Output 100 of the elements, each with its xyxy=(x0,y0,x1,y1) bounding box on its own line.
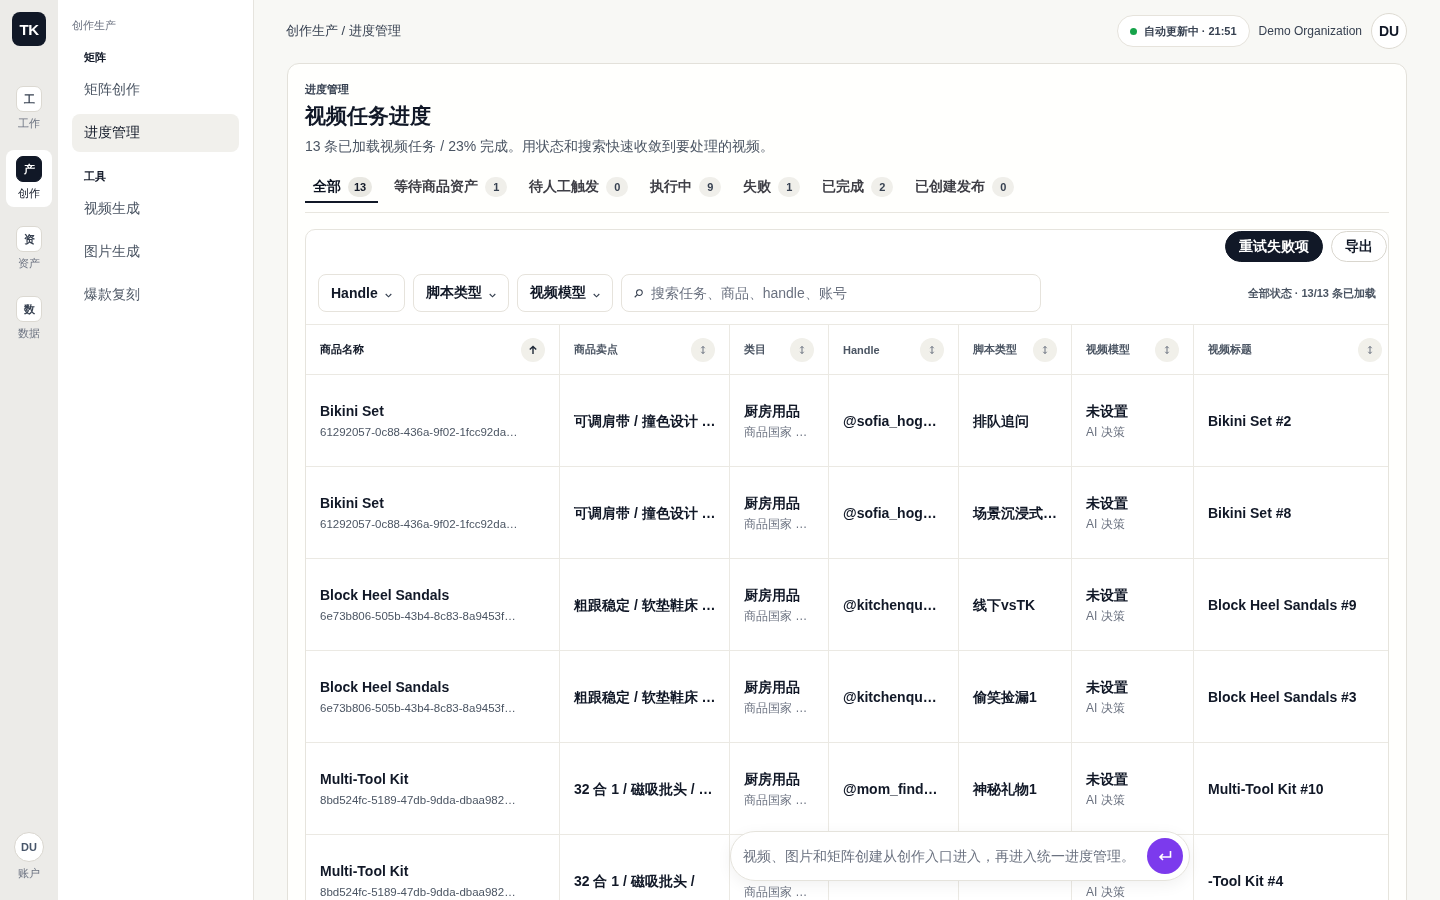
sidebar-group-title: 工具 xyxy=(83,169,107,183)
search-input[interactable]: 搜索任务、商品、handle、账号 xyxy=(650,285,1028,301)
column-header: 商品名称 xyxy=(320,342,364,357)
rail-item-glyph: 工 xyxy=(16,86,42,112)
sidebar-item[interactable]: 进度管理 xyxy=(72,114,239,152)
rail-nav-item[interactable]: 工 工作 xyxy=(6,80,52,137)
sort-icon[interactable] xyxy=(1358,337,1382,362)
secondary-button[interactable]: 导出 xyxy=(1331,231,1387,262)
search-icon xyxy=(633,288,643,298)
sidebar-group-title: 矩阵 xyxy=(83,50,107,64)
tab-count: 0 xyxy=(606,176,629,197)
selling-point: 可调肩带 / 撞色设计 … xyxy=(574,411,716,430)
script-type: 线下vsTK xyxy=(973,595,1036,614)
product-name: Bikini Set xyxy=(320,401,384,420)
category: 厨房用品 xyxy=(744,493,800,512)
filter-dropdown[interactable]: 脚本类型 xyxy=(412,274,509,312)
status-tab[interactable]: 已完成 2 xyxy=(814,172,900,203)
video-title: Multi-Tool Kit #10 xyxy=(1208,779,1324,798)
status-tab[interactable]: 全部 13 xyxy=(305,172,379,203)
rail-nav-item[interactable]: 产 创作 xyxy=(6,150,52,207)
sort-icon[interactable] xyxy=(691,337,715,362)
product-name: Bikini Set xyxy=(320,493,384,512)
task-id: 61292057-0c88-436a-9f02-1fcc92da… xyxy=(320,516,518,532)
chevron-down-icon xyxy=(592,292,600,298)
product-name: Multi-Tool Kit xyxy=(320,769,409,788)
status-tab[interactable]: 执行中 9 xyxy=(642,172,728,203)
task-id: 6e73b806-505b-43b4-8c83-8a9453f… xyxy=(320,700,516,716)
category-note: 商品国家 … xyxy=(744,423,808,440)
account-avatar[interactable]: DU xyxy=(14,832,44,862)
page-title: 视频任务进度 xyxy=(305,103,432,129)
column-header: 视频标题 xyxy=(1208,342,1252,357)
user-avatar[interactable]: DU xyxy=(1371,13,1407,49)
video-title: Bikini Set #8 xyxy=(1208,503,1292,522)
script-type: 偷笑捡漏1 xyxy=(973,687,1037,706)
update-status-text: 自动更新中 · 21:51 xyxy=(1143,23,1237,39)
prompt-field[interactable]: 视频、图片和矩阵创建从创作入口进入，再进入统一进度管理。 xyxy=(730,831,1190,881)
product-name: Multi-Tool Kit xyxy=(320,861,409,880)
column-header: 商品卖点 xyxy=(574,342,618,357)
category-note: 商品国家 … xyxy=(744,791,808,808)
sidebar-item[interactable]: 矩阵创作 xyxy=(72,71,239,109)
sidebar-item[interactable]: 视频生成 xyxy=(72,190,239,228)
filter-dropdown[interactable]: Handle xyxy=(318,274,405,312)
category: 厨房用品 xyxy=(744,401,800,420)
sidebar-section-label: 创作生产 xyxy=(72,18,117,32)
video-model: 未设置 xyxy=(1086,585,1128,604)
sidebar-item[interactable]: 爆款复刻 xyxy=(72,276,239,314)
rail-nav-item[interactable]: 数 数据 xyxy=(6,290,52,347)
status-tab[interactable]: 等待商品资产 1 xyxy=(386,172,514,203)
rail-nav-item[interactable]: 资 资产 xyxy=(6,220,52,277)
model-note: AI 决策 xyxy=(1086,791,1125,808)
selling-point: 32 合 1 / 磁吸批头 / … xyxy=(574,779,713,798)
video-title: Block Heel Sandals #9 xyxy=(1208,595,1357,614)
send-button[interactable] xyxy=(1147,838,1183,874)
column-header: 视频模型 xyxy=(1086,342,1130,357)
selling-point: 可调肩带 / 撞色设计 … xyxy=(574,503,716,522)
chevron-down-icon xyxy=(488,292,496,298)
sort-ascending-icon[interactable] xyxy=(521,337,545,362)
column-header: 脚本类型 xyxy=(973,342,1017,357)
product-name: Block Heel Sandals xyxy=(320,585,450,604)
status-tab[interactable]: 待人工触发 0 xyxy=(521,172,635,203)
video-model: 未设置 xyxy=(1086,677,1128,696)
product-name: Block Heel Sandals xyxy=(320,677,450,696)
chevron-down-icon xyxy=(384,292,392,298)
search-field[interactable]: 搜索任务、商品、handle、账号 xyxy=(620,274,1041,312)
video-title: -Tool Kit #4 xyxy=(1208,871,1284,890)
sort-icon[interactable] xyxy=(1155,337,1179,362)
filter-dropdown[interactable]: 视频模型 xyxy=(516,274,613,312)
breadcrumb: 创作生产 / 进度管理 xyxy=(286,22,401,40)
selling-point: 粗跟稳定 / 软垫鞋床 … xyxy=(574,687,716,706)
task-id: 8bd524fc-5189-47db-9dda-dbaa982… xyxy=(320,792,516,808)
sort-icon[interactable] xyxy=(790,337,814,362)
sort-icon[interactable] xyxy=(920,337,944,362)
tab-count: 2 xyxy=(871,176,894,197)
sidebar-item[interactable]: 图片生成 xyxy=(72,233,239,271)
page-subtitle: 13 条已加载视频任务 / 23% 完成。用状态和搜索快速收敛到要处理的视频。 xyxy=(305,137,776,156)
account-handle: @mom_find… xyxy=(843,779,938,798)
page-eyebrow: 进度管理 xyxy=(305,82,350,96)
account-handle: @sofia_hog… xyxy=(843,503,937,522)
status-tab[interactable]: 失败 1 xyxy=(735,172,807,203)
rail-item-glyph: 数 xyxy=(16,296,42,322)
category: 厨房用品 xyxy=(744,677,800,696)
column-header: Handle xyxy=(843,343,880,356)
status-tab[interactable]: 已创建发布 0 xyxy=(907,172,1021,203)
account-handle: @kitchenqu… xyxy=(843,595,937,614)
prompt-input[interactable]: 视频、图片和矩阵创建从创作入口进入，再进入统一进度管理。 xyxy=(743,848,1139,864)
task-id: 6e73b806-505b-43b4-8c83-8a9453f… xyxy=(320,608,516,624)
tab-count: 1 xyxy=(778,176,801,197)
model-note: AI 决策 xyxy=(1086,883,1125,900)
model-note: AI 决策 xyxy=(1086,699,1125,716)
script-type: 排队追问 xyxy=(973,411,1029,430)
rail-item-glyph: 产 xyxy=(16,156,42,182)
column-header: 类目 xyxy=(744,342,766,357)
sort-icon[interactable] xyxy=(1033,337,1057,362)
video-title: Block Heel Sandals #3 xyxy=(1208,687,1357,706)
rail-item-glyph: 资 xyxy=(16,226,42,252)
video-title: Bikini Set #2 xyxy=(1208,411,1292,430)
account-handle: @sofia_hog… xyxy=(843,411,937,430)
load-summary: 全部状态 · 13/13 条已加载 xyxy=(1247,285,1376,301)
primary-button[interactable]: 重试失败项 xyxy=(1225,231,1323,262)
category-note: 商品国家 … xyxy=(744,883,808,900)
